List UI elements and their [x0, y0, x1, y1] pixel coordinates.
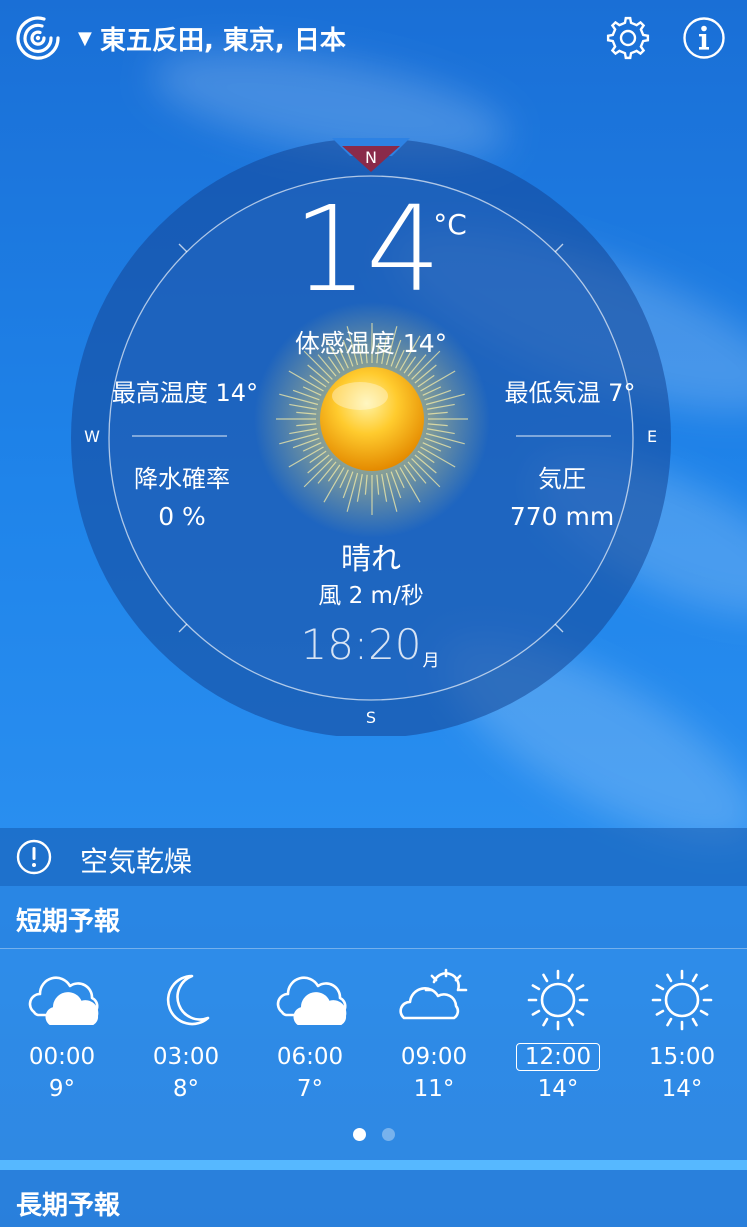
precip-value: 0 % — [158, 502, 206, 531]
forecast-temp: 7° — [296, 1076, 324, 1102]
weather-dial: N S W E 14 °C 体感温度 14° 最高温度 14° 最低気温 7° … — [70, 138, 672, 736]
forecast-time: 03:00 — [124, 1044, 248, 1070]
info-icon[interactable] — [682, 16, 726, 60]
location-selector[interactable]: 東五反田, 東京, 日本 — [100, 20, 346, 57]
weather-alert[interactable]: 空気乾燥 — [0, 828, 747, 886]
partly-sunny-icon — [399, 968, 468, 1020]
top-bar: ▼ 東五反田, 東京, 日本 — [0, 0, 747, 78]
forecast-item[interactable]: 15:00 14° — [620, 968, 744, 1108]
forecast-time: 09:00 — [372, 1044, 496, 1070]
high-temperature: 最高温度 14° — [111, 379, 259, 407]
pressure-value: 770 mm — [509, 502, 615, 531]
current-day: 月 — [422, 651, 440, 671]
forecast-time-text: 09:00 — [400, 1044, 468, 1070]
section-separator — [0, 1160, 747, 1170]
low-temperature: 最低気温 7° — [504, 379, 636, 407]
cloudy-icon — [276, 976, 347, 1025]
gear-icon[interactable] — [604, 14, 652, 62]
sun-icon — [651, 969, 713, 1031]
forecast-time: 06:00 — [248, 1044, 372, 1070]
page-dot[interactable] — [352, 1128, 366, 1141]
temperature-unit: °C — [433, 208, 467, 241]
forecast-item[interactable]: 06:00 7° — [248, 968, 372, 1108]
forecast-time: 12:00 — [496, 1043, 620, 1071]
forecast-time: 15:00 — [620, 1044, 744, 1070]
short-forecast-list[interactable]: 00:00 9° 03:00 8° 06:00 7° 09:00 11° 12:00 14… — [0, 948, 747, 1160]
forecast-time-text: 06:00 — [276, 1044, 344, 1070]
cloudy-icon — [28, 976, 99, 1025]
pressure-label: 気圧 — [538, 465, 586, 493]
forecast-time-text: 03:00 — [152, 1044, 220, 1070]
wind-speed: 風 2 m/秒 — [318, 583, 424, 609]
exclamation-circle-icon — [16, 839, 52, 875]
moon-icon — [166, 974, 210, 1026]
precip-label: 降水確率 — [134, 465, 230, 493]
compass-west: W — [84, 427, 100, 446]
page-dot[interactable] — [381, 1128, 395, 1141]
short-forecast-header: 短期予報 — [0, 886, 747, 949]
forecast-temp: 8° — [172, 1076, 200, 1102]
forecast-temp: 14° — [537, 1076, 579, 1102]
forecast-temp: 9° — [48, 1076, 76, 1102]
long-forecast-title: 長期予報 — [16, 1191, 121, 1221]
forecast-item[interactable]: 00:00 9° — [0, 968, 124, 1108]
forecast-time: 00:00 — [0, 1044, 124, 1070]
forecast-time-text: 12:00 — [515, 1043, 601, 1071]
forecast-temp: 11° — [413, 1076, 455, 1102]
compass-south: S — [365, 708, 377, 727]
compass-east: E — [646, 427, 658, 446]
weather-condition: 晴れ — [341, 542, 401, 577]
caret-down-icon[interactable]: ▼ — [78, 28, 92, 49]
compass-north: N — [365, 148, 377, 167]
forecast-item[interactable]: 12:00 14° — [496, 968, 620, 1108]
alert-text: 空気乾燥 — [80, 845, 193, 878]
forecast-temp: 14° — [661, 1076, 703, 1102]
long-forecast-header[interactable]: 長期予報 — [0, 1170, 747, 1227]
feels-like: 体感温度 14° — [294, 329, 448, 358]
forecast-item[interactable]: 09:00 11° — [372, 968, 496, 1108]
forecast-item[interactable]: 03:00 8° — [124, 968, 248, 1108]
page-indicator[interactable] — [0, 1126, 747, 1142]
sun-icon — [527, 969, 589, 1031]
forecast-time-text: 15:00 — [648, 1044, 716, 1070]
current-time: 18:20 — [300, 620, 422, 669]
short-forecast-title: 短期予報 — [16, 907, 121, 937]
forecast-time-text: 00:00 — [28, 1044, 96, 1070]
current-temperature: 14 — [292, 180, 441, 318]
radar-logo-icon[interactable] — [14, 14, 62, 62]
